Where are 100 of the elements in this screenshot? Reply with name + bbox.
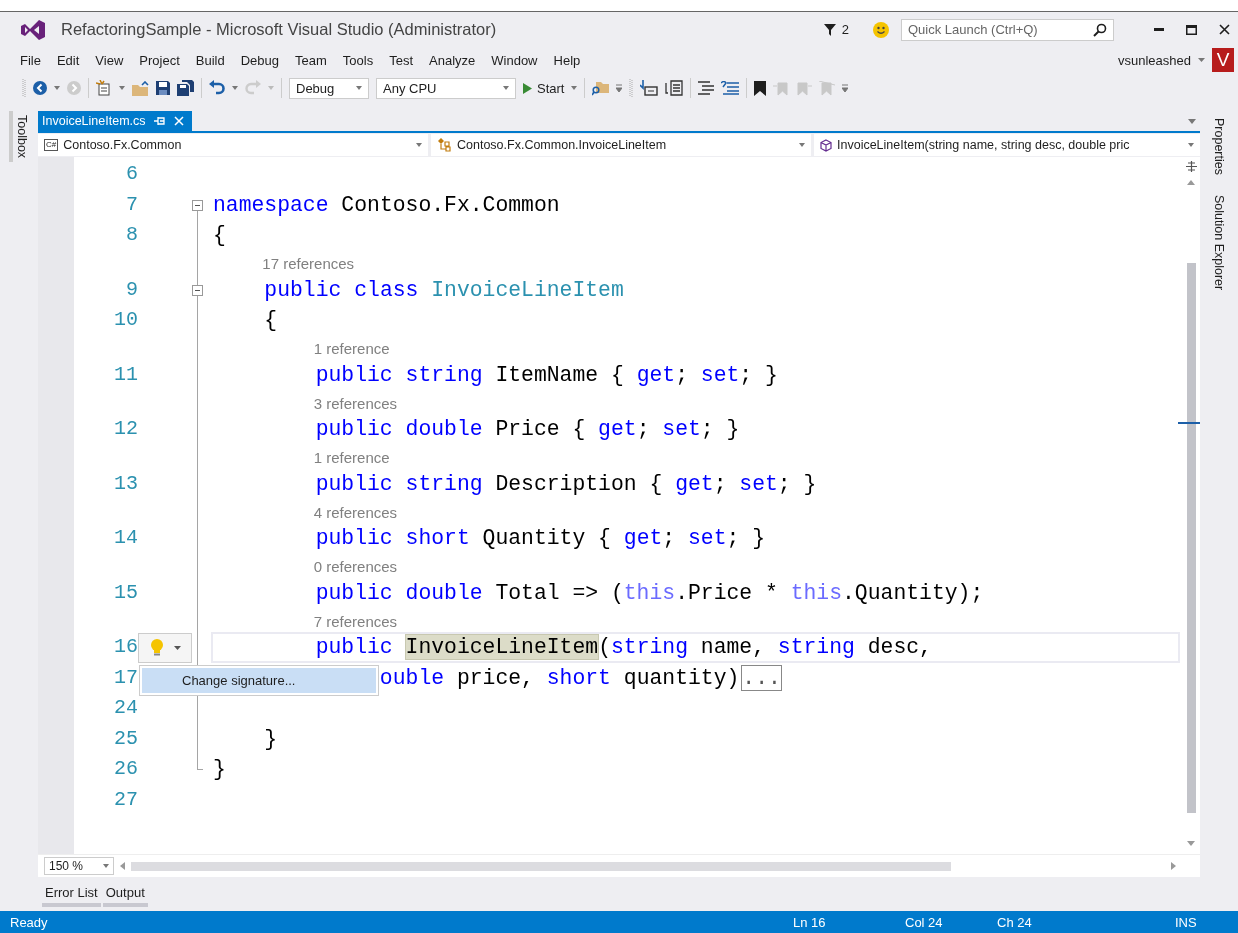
scroll-down-icon[interactable] [1187, 841, 1195, 846]
account-name[interactable]: vsunleashed [1118, 52, 1191, 68]
code-line: namespace Contoso.Fx.Common [213, 192, 560, 217]
line-number: 10 [113, 307, 138, 333]
scroll-thumb[interactable] [131, 861, 951, 871]
line-number: 13 [113, 470, 138, 497]
splitter-icon[interactable] [1185, 161, 1197, 172]
bookmark-icon[interactable] [754, 80, 767, 96]
menu-item[interactable]: Edit [48, 52, 88, 68]
comment-lines-icon[interactable] [698, 81, 715, 95]
menu-item[interactable]: Help [545, 52, 589, 68]
language-badge: C# [44, 139, 59, 151]
configuration-dropdown[interactable]: Debug [289, 77, 369, 99]
caret-icon [503, 86, 509, 90]
column-indicator: Col 24 [905, 914, 944, 930]
pin-icon[interactable] [153, 116, 166, 126]
code-line: public string Description { get; set; } [314, 471, 817, 496]
zoom-dropdown[interactable]: 150 % [44, 857, 114, 875]
search-icon [1093, 22, 1107, 37]
caret-icon [416, 143, 422, 147]
reference-count-link[interactable]: 3 references [313, 394, 398, 412]
collapse-icon[interactable] [192, 199, 203, 211]
notification-count: 2 [841, 22, 849, 37]
menu-item[interactable]: File [12, 52, 49, 68]
line-indicator: Ln 16 [793, 914, 827, 930]
line-number: 7 [125, 191, 138, 218]
menu-item[interactable]: Build [187, 52, 233, 68]
menu-item[interactable]: Tools [334, 52, 382, 68]
member-dropdown[interactable]: InvoiceLineItem(string name, string desc, double pric [814, 134, 1200, 156]
uncomment-lines-icon[interactable] [721, 81, 740, 95]
line-number: 17 [113, 664, 138, 691]
document-tab[interactable]: InvoiceLineItem.cs [38, 111, 192, 131]
back-icon[interactable] [33, 81, 47, 95]
collapse-icon[interactable] [192, 284, 203, 296]
character-indicator: Ch 24 [997, 914, 1033, 930]
line-number: 6 [125, 161, 138, 187]
scroll-up-icon[interactable] [1187, 180, 1195, 185]
toolbox-tab[interactable]: Toolbox [9, 111, 29, 163]
menu-item[interactable]: Team [287, 52, 335, 68]
code-line: public double Total => (this.Price * this.Quantity); [314, 580, 984, 605]
reference-count-link[interactable]: 0 references [313, 558, 398, 575]
caret-icon[interactable] [571, 86, 578, 90]
caret-icon[interactable] [1188, 119, 1196, 124]
save-icon[interactable] [156, 81, 170, 95]
overflow-icon[interactable] [842, 84, 849, 92]
reference-count-link[interactable]: 7 references [313, 612, 398, 630]
start-button[interactable]: Start [523, 80, 565, 96]
line-number: 8 [125, 222, 138, 248]
filter-icon[interactable] [823, 22, 836, 37]
find-in-files-icon[interactable] [592, 80, 610, 96]
line-number: 14 [113, 525, 138, 551]
menu-item[interactable]: Test [381, 52, 421, 68]
reference-count-link[interactable]: 1 reference [313, 449, 390, 466]
code-line: { [263, 308, 278, 333]
caret-icon[interactable] [1198, 58, 1205, 62]
caret-icon [1188, 143, 1194, 147]
code-line: public short Quantity { get; set; } [314, 526, 766, 551]
menu-item[interactable]: Project [131, 52, 188, 68]
smiley-icon[interactable] [873, 21, 889, 38]
reference-count-link[interactable]: 4 references [313, 503, 398, 521]
menu-item[interactable]: Analyze [421, 52, 484, 68]
undo-icon[interactable] [209, 80, 225, 96]
scroll-left-icon[interactable] [120, 862, 125, 870]
maximize-icon[interactable] [1186, 24, 1197, 35]
window-title: RefactoringSample - Microsoft Visual Studio (Administrator) [61, 20, 497, 39]
step-into-icon[interactable] [640, 80, 659, 96]
save-all-icon[interactable] [177, 80, 194, 96]
code-line: public string ItemName { get; set; } [314, 362, 778, 387]
reference-count-link[interactable]: 17 references [262, 255, 355, 272]
line-number: 27 [113, 786, 138, 813]
menu-item[interactable]: Debug [232, 52, 287, 68]
quick-launch-field[interactable]: Quick Launch (Ctrl+Q) [901, 18, 1114, 41]
minimize-icon[interactable] [1154, 27, 1164, 32]
status-message: Ready [10, 914, 49, 930]
code-line: public double Price { get; set; } [314, 417, 740, 442]
menu-item[interactable]: View [87, 52, 132, 68]
menu-item[interactable]: Change signature... [142, 668, 376, 693]
caret-icon[interactable] [119, 86, 125, 90]
account-avatar[interactable]: V [1212, 48, 1234, 72]
tool-window-tab[interactable]: Output [102, 881, 148, 907]
overflow-icon[interactable] [616, 84, 623, 92]
type-dropdown[interactable]: Contoso.Fx.Common.InvoiceLineItem [431, 134, 811, 156]
reference-count-link[interactable]: 1 reference [313, 340, 390, 357]
line-number: 26 [113, 756, 138, 782]
folder-icon[interactable] [132, 80, 149, 96]
scroll-thumb[interactable] [1186, 263, 1196, 813]
tool-window-tab[interactable]: Solution Explorer [1212, 191, 1226, 295]
tool-window-tab[interactable]: Properties [1212, 114, 1226, 179]
grip-icon [22, 78, 26, 98]
close-icon[interactable] [1219, 24, 1230, 35]
caret-icon[interactable] [232, 86, 238, 90]
code-line: { [213, 223, 226, 248]
tool-window-tab[interactable]: Error List [42, 881, 101, 907]
platform-dropdown[interactable]: Any CPU [376, 77, 516, 99]
menu-item[interactable]: Window [483, 52, 546, 68]
new-project-icon[interactable] [96, 80, 112, 96]
project-dropdown[interactable]: C# Contoso.Fx.Common [38, 134, 428, 156]
caret-icon[interactable] [54, 86, 60, 90]
scroll-right-icon[interactable] [1171, 862, 1176, 870]
list-icon[interactable] [665, 80, 684, 96]
